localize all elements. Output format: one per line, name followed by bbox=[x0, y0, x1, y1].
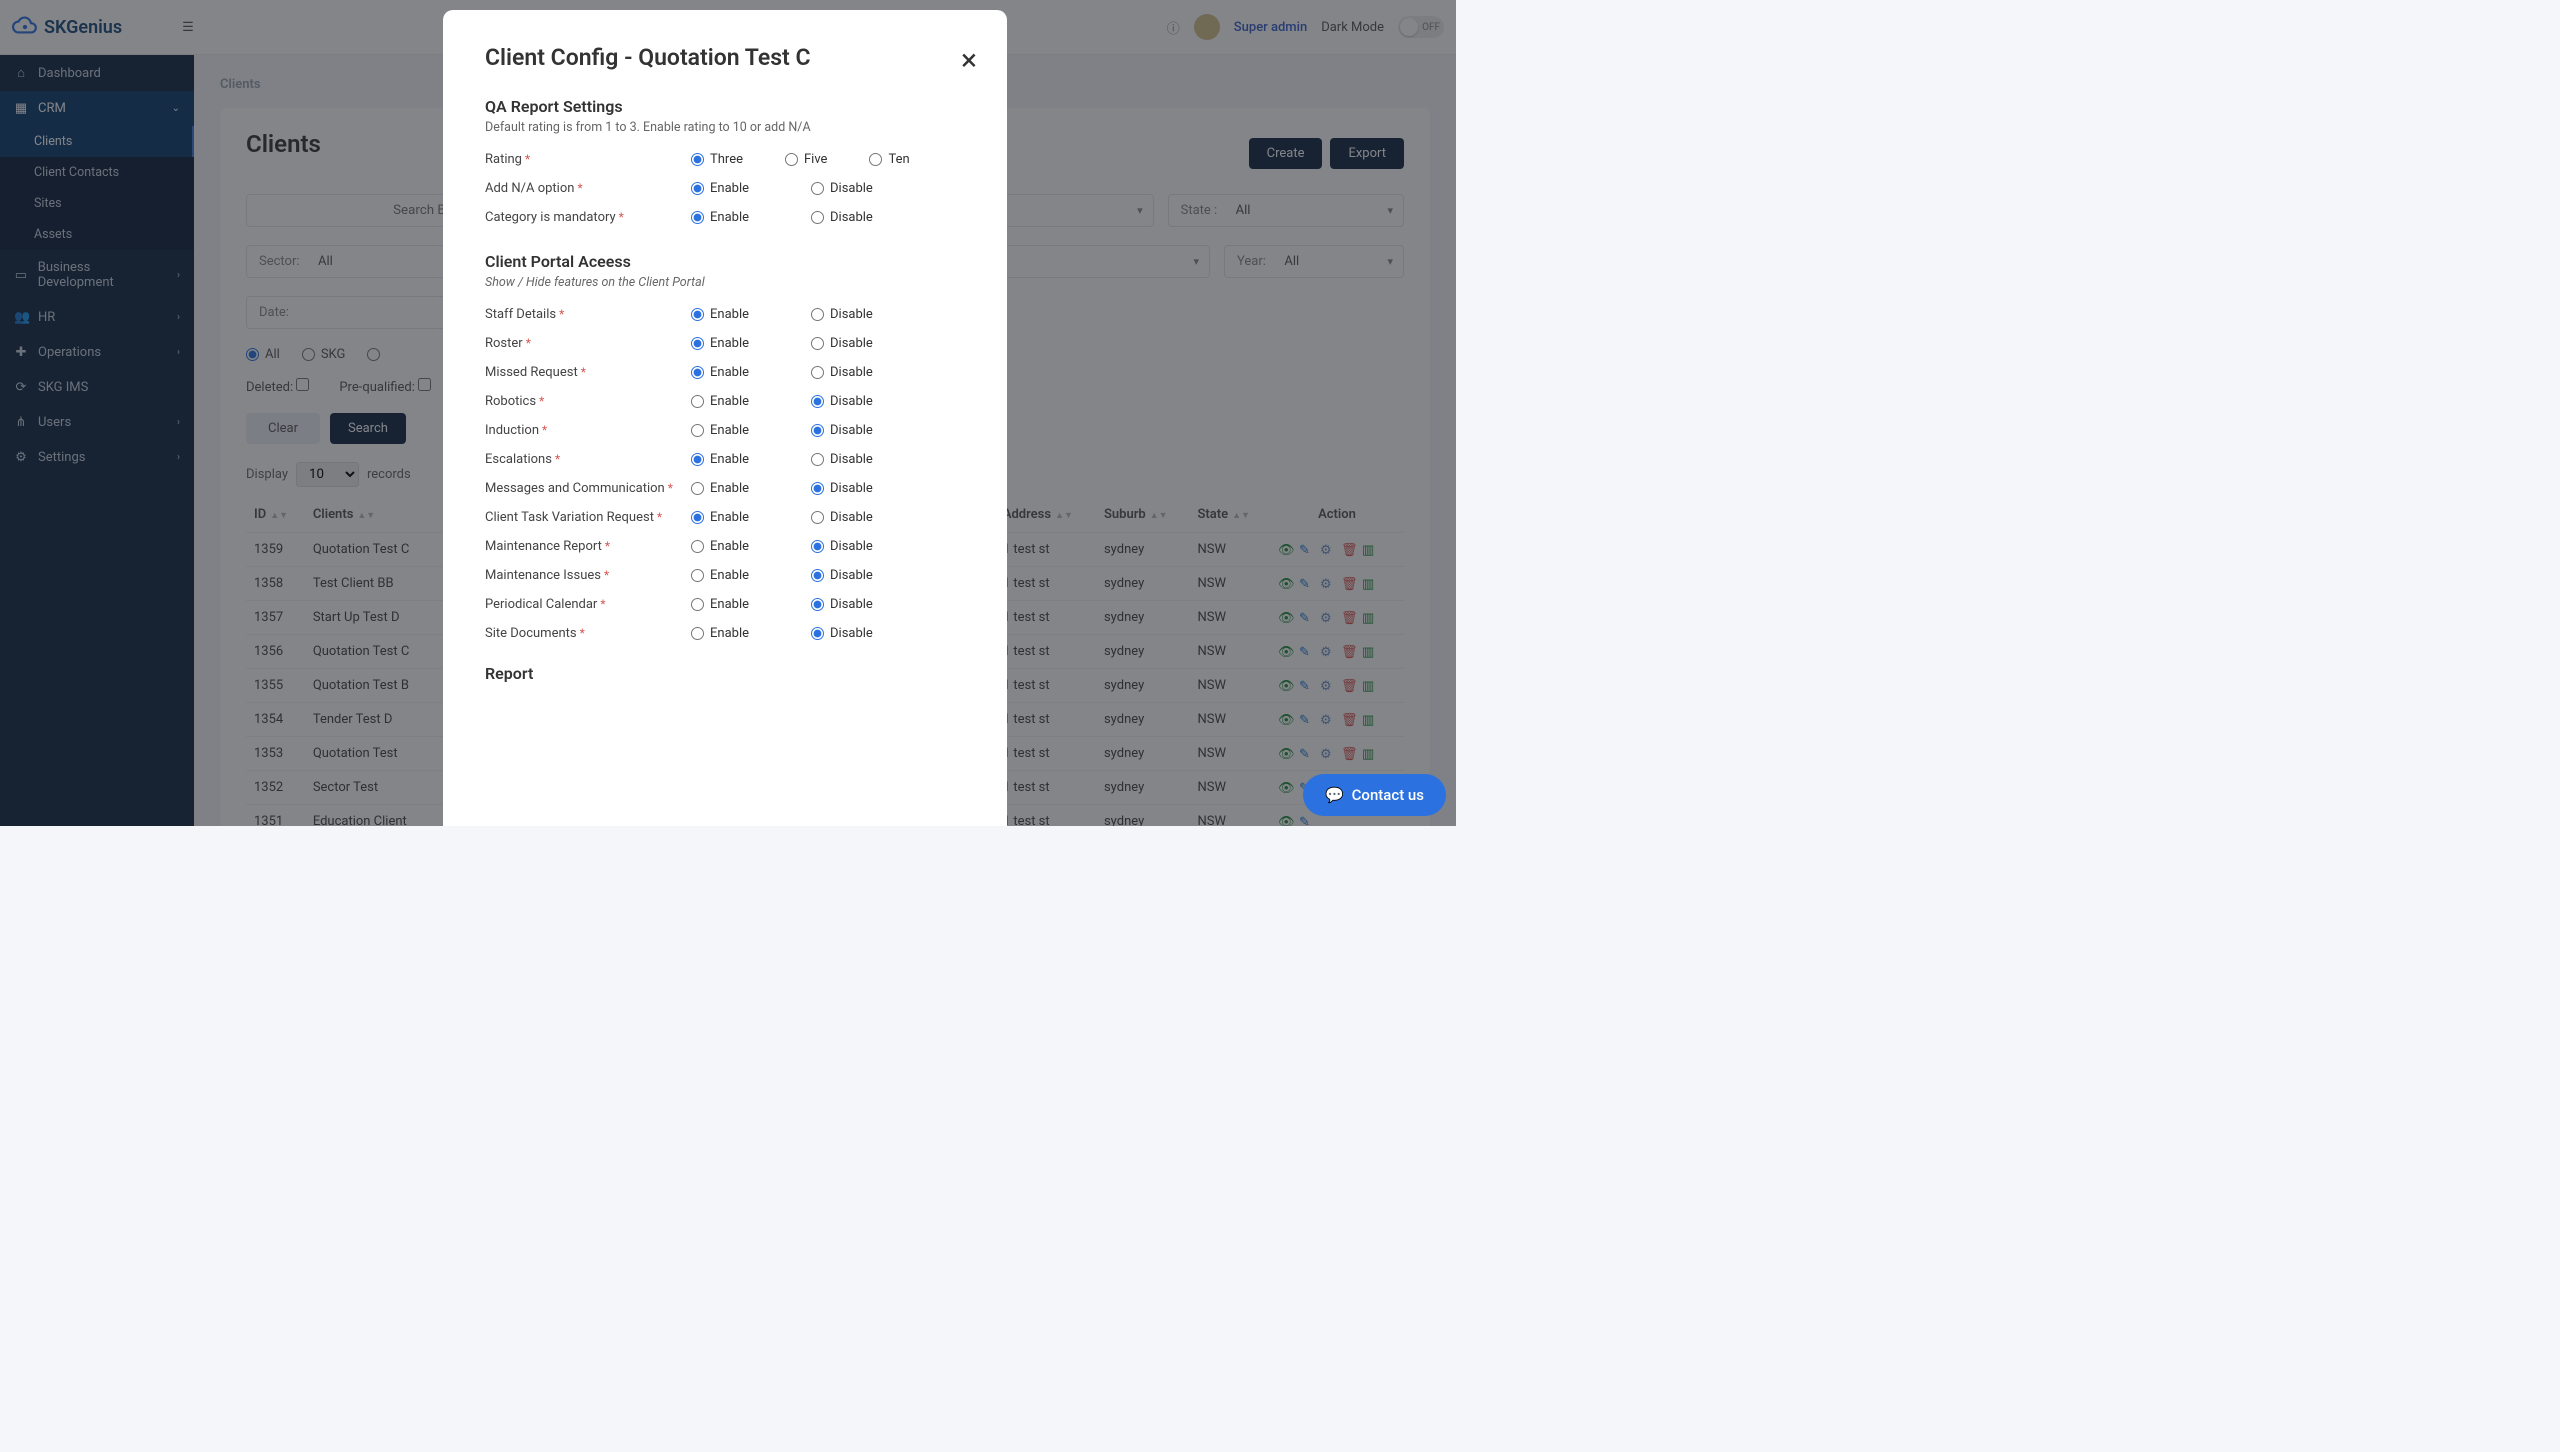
radio-disable[interactable]: Disable bbox=[811, 597, 873, 612]
radio-enable[interactable]: Enable bbox=[691, 181, 749, 196]
cfg-label-text: Roster bbox=[485, 336, 523, 351]
qa-section-head: QA Report Settings bbox=[485, 97, 965, 116]
radio-enable[interactable]: Enable bbox=[691, 539, 749, 554]
radio-disable[interactable]: Disable bbox=[811, 181, 873, 196]
radio-enable[interactable]: Enable bbox=[691, 423, 749, 438]
cfg-label-text: Client Task Variation Request bbox=[485, 510, 654, 525]
portal-section-desc: Show / Hide features on the Client Porta… bbox=[485, 275, 965, 290]
radio-disable[interactable]: Disable bbox=[811, 307, 873, 322]
cfg-label-text: Add N/A option bbox=[485, 181, 574, 196]
cfg-label-text: Missed Request bbox=[485, 365, 578, 380]
cfg-label-text: Rating bbox=[485, 152, 522, 167]
radio-ten[interactable]: Ten bbox=[869, 152, 909, 167]
report-section-head: Report bbox=[485, 664, 965, 683]
config-row-messages: Messages and Communication*EnableDisable bbox=[485, 474, 965, 503]
cfg-label-text: Category is mandatory bbox=[485, 210, 616, 225]
radio-enable[interactable]: Enable bbox=[691, 626, 749, 641]
qa-section-desc: Default rating is from 1 to 3. Enable ra… bbox=[485, 120, 965, 135]
radio-enable[interactable]: Enable bbox=[691, 481, 749, 496]
radio-disable[interactable]: Disable bbox=[811, 626, 873, 641]
radio-enable[interactable]: Enable bbox=[691, 336, 749, 351]
radio-enable[interactable]: Enable bbox=[691, 394, 749, 409]
contact-us-widget[interactable]: 💬 Contact us bbox=[1303, 774, 1446, 816]
radio-disable[interactable]: Disable bbox=[811, 452, 873, 467]
cfg-label-text: Site Documents bbox=[485, 626, 577, 641]
config-row-missed: Missed Request*EnableDisable bbox=[485, 358, 965, 387]
radio-enable[interactable]: Enable bbox=[691, 365, 749, 380]
cfg-label-text: Maintenance Report bbox=[485, 539, 602, 554]
radio-disable[interactable]: Disable bbox=[811, 481, 873, 496]
config-row-escalations: Escalations*EnableDisable bbox=[485, 445, 965, 474]
radio-five[interactable]: Five bbox=[785, 152, 827, 167]
radio-disable[interactable]: Disable bbox=[811, 210, 873, 225]
radio-disable[interactable]: Disable bbox=[811, 539, 873, 554]
radio-disable[interactable]: Disable bbox=[811, 568, 873, 583]
config-row-rating: Rating* Three Five Ten bbox=[485, 145, 965, 174]
radio-disable[interactable]: Disable bbox=[811, 394, 873, 409]
radio-three[interactable]: Three bbox=[691, 152, 743, 167]
config-row-mreport: Maintenance Report*EnableDisable bbox=[485, 532, 965, 561]
config-row-na: Add N/A option* Enable Disable bbox=[485, 174, 965, 203]
radio-enable[interactable]: Enable bbox=[691, 510, 749, 525]
cfg-label-text: Messages and Communication bbox=[485, 481, 665, 496]
radio-disable[interactable]: Disable bbox=[811, 365, 873, 380]
cfg-label-text: Maintenance Issues bbox=[485, 568, 601, 583]
config-row-staff: Staff Details*EnableDisable bbox=[485, 300, 965, 329]
cfg-label-text: Induction bbox=[485, 423, 539, 438]
config-row-missues: Maintenance Issues*EnableDisable bbox=[485, 561, 965, 590]
modal-title: Client Config - Quotation Test C bbox=[485, 44, 965, 71]
config-row-sitedocs: Site Documents*EnableDisable bbox=[485, 619, 965, 648]
radio-enable[interactable]: Enable bbox=[691, 568, 749, 583]
config-row-roster: Roster*EnableDisable bbox=[485, 329, 965, 358]
cfg-label-text: Periodical Calendar bbox=[485, 597, 597, 612]
cfg-label-text: Escalations bbox=[485, 452, 552, 467]
config-row-robotics: Robotics*EnableDisable bbox=[485, 387, 965, 416]
close-icon[interactable]: × bbox=[961, 46, 977, 76]
config-row-ctvr: Client Task Variation Request*EnableDisa… bbox=[485, 503, 965, 532]
radio-disable[interactable]: Disable bbox=[811, 336, 873, 351]
config-row-category: Category is mandatory* Enable Disable bbox=[485, 203, 965, 232]
cfg-label-text: Staff Details bbox=[485, 307, 556, 322]
contact-label: Contact us bbox=[1352, 786, 1424, 804]
radio-enable[interactable]: Enable bbox=[691, 307, 749, 322]
cfg-label-text: Robotics bbox=[485, 394, 536, 409]
config-row-periodical: Periodical Calendar*EnableDisable bbox=[485, 590, 965, 619]
chat-icon: 💬 bbox=[1325, 786, 1344, 804]
radio-disable[interactable]: Disable bbox=[811, 510, 873, 525]
radio-enable[interactable]: Enable bbox=[691, 597, 749, 612]
radio-disable[interactable]: Disable bbox=[811, 423, 873, 438]
portal-section-head: Client Portal Aceess bbox=[485, 252, 965, 271]
radio-enable[interactable]: Enable bbox=[691, 210, 749, 225]
radio-enable[interactable]: Enable bbox=[691, 452, 749, 467]
client-config-modal: Client Config - Quotation Test C × QA Re… bbox=[443, 10, 1007, 826]
config-row-induction: Induction*EnableDisable bbox=[485, 416, 965, 445]
